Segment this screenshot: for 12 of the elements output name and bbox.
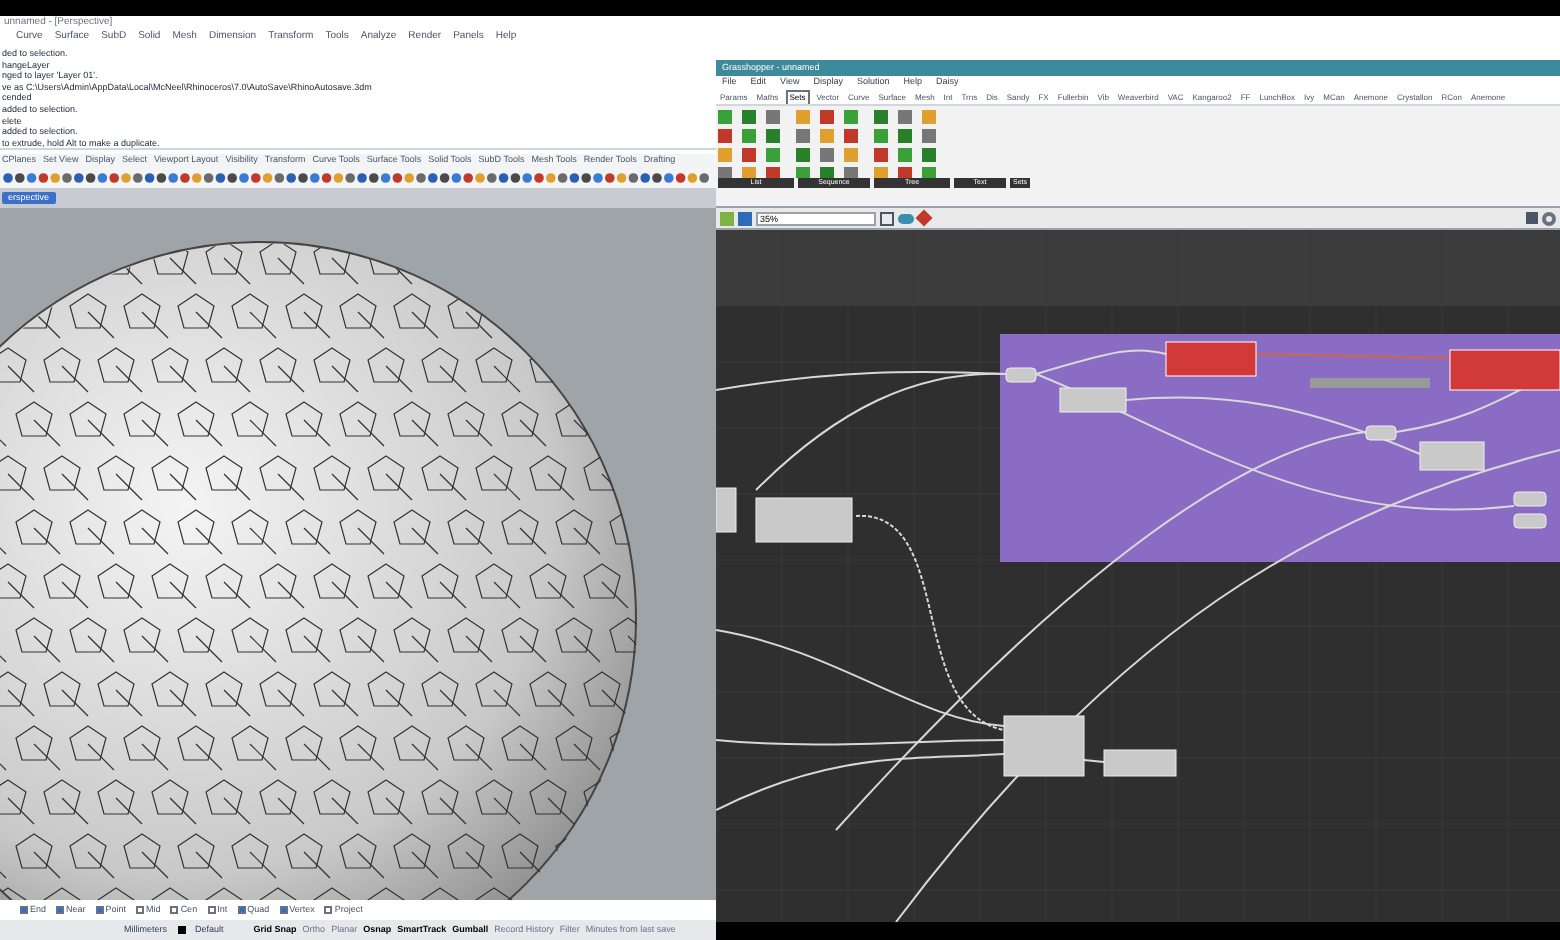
checkbox[interactable] (170, 906, 179, 914)
checkbox[interactable] (136, 906, 145, 914)
gear-icon[interactable] (1542, 211, 1556, 225)
checkbox[interactable] (95, 906, 104, 914)
zoom-extents-icon[interactable] (880, 211, 894, 225)
checkbox[interactable] (324, 906, 333, 914)
checkbox[interactable] (237, 906, 246, 914)
checkbox[interactable] (207, 906, 216, 914)
checkbox[interactable] (20, 906, 28, 914)
checkbox[interactable] (56, 906, 65, 914)
checkbox[interactable] (279, 906, 288, 914)
layer-swatch-icon (177, 926, 186, 934)
